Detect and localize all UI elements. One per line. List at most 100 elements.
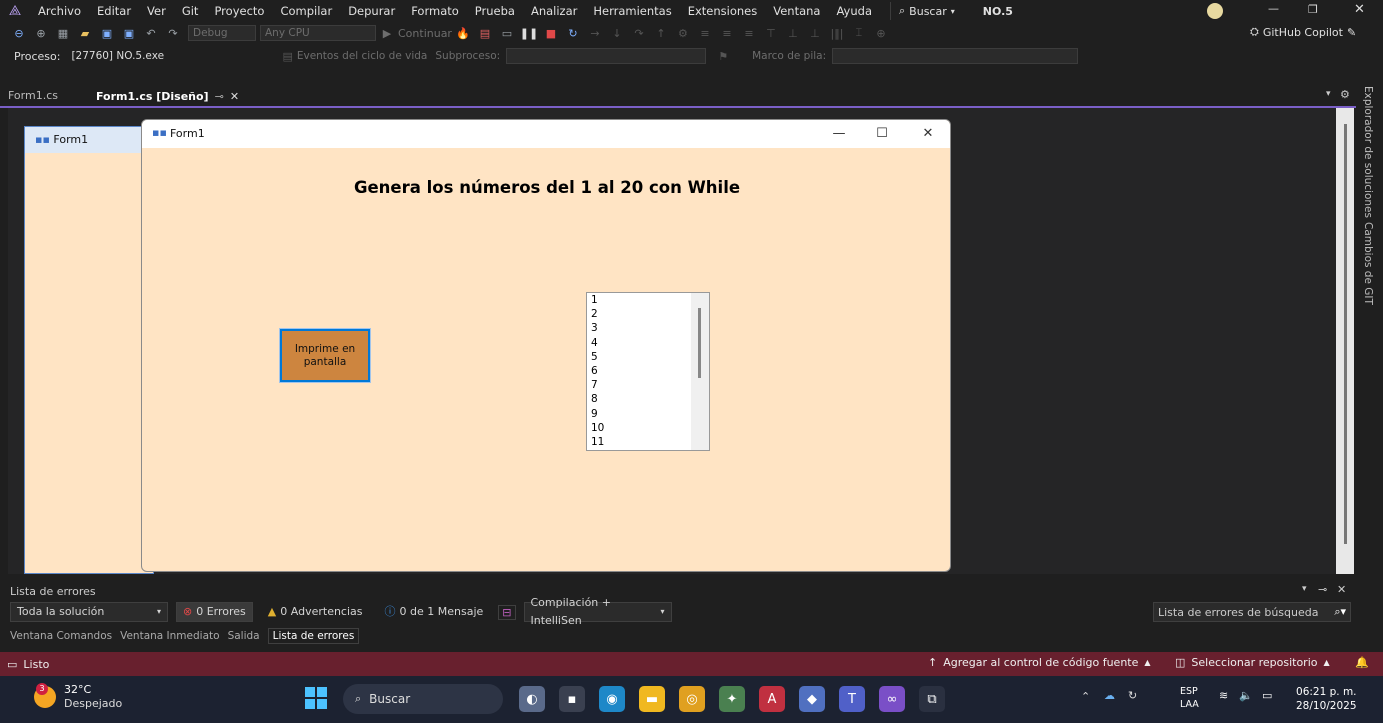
close-icon[interactable]: ✕	[1354, 2, 1365, 17]
align-bottom-icon[interactable]: ⊥	[808, 26, 822, 40]
new-project-icon[interactable]: ▦	[56, 26, 70, 40]
tab-dropdown-icon[interactable]: ▾	[1326, 89, 1331, 99]
battery-icon[interactable]: ▭	[1262, 689, 1272, 702]
redo-icon[interactable]: ↷	[166, 26, 180, 40]
designer-scroll-thumb[interactable]	[1344, 124, 1347, 544]
taskbar-search[interactable]: ⌕ Buscar	[343, 684, 503, 714]
menu-ventana[interactable]: Ventana	[765, 0, 828, 22]
task-view-icon[interactable]: ▪	[559, 686, 585, 712]
autocad-icon[interactable]: A	[759, 686, 785, 712]
errors-filter-button[interactable]: ⊗ 0 Errores	[176, 602, 253, 622]
align-left-icon[interactable]: ≡	[698, 26, 712, 40]
align-right-icon[interactable]: ≡	[742, 26, 756, 40]
wifi-icon[interactable]: ≋	[1219, 689, 1228, 702]
remote-desktop-icon[interactable]: ⧉	[919, 686, 945, 712]
menu-editar[interactable]: Editar	[89, 0, 139, 22]
step-out-icon[interactable]: ↑	[654, 26, 668, 40]
thread-select[interactable]	[506, 48, 707, 64]
filter-icon[interactable]: ⊟	[498, 604, 516, 620]
menu-git[interactable]: Git	[174, 0, 207, 22]
minimize-icon[interactable]: —	[1268, 2, 1279, 15]
lifecycle-events[interactable]: Eventos del ciclo de vida	[297, 50, 428, 62]
undo-icon[interactable]: ↶	[144, 26, 158, 40]
stack-select[interactable]	[832, 48, 1079, 64]
pause-icon[interactable]: ❚❚	[520, 26, 538, 40]
error-search-box[interactable]: Lista de errores de búsqueda ⌕▾	[1153, 602, 1351, 622]
config-select[interactable]: Debug	[188, 25, 256, 41]
platform-select[interactable]: Any CPU	[260, 25, 376, 41]
search-icon[interactable]: ⌕▾	[1334, 605, 1346, 619]
select-repo-button[interactable]: ◫ Seleccionar repositorio ▲	[1175, 656, 1330, 669]
panel-pin-icon[interactable]: ⊸	[1318, 583, 1327, 596]
warnings-filter-button[interactable]: ▲ 0 Advertencias	[260, 602, 370, 622]
menu-compilar[interactable]: Compilar	[272, 0, 340, 22]
numbers-listbox[interactable]: 1 2 3 4 5 6 7 8 9 10 11	[586, 292, 710, 451]
play-icon[interactable]: ▶	[380, 26, 394, 40]
volume-icon[interactable]: 🔈	[1239, 689, 1253, 702]
vs-logo-icon[interactable]: ⟁	[0, 3, 30, 19]
menu-depurar[interactable]: Depurar	[340, 0, 403, 22]
menu-search[interactable]: ⌕ Buscar ▾	[890, 2, 963, 20]
add-source-control-button[interactable]: ↑ Agregar al control de código fuente ▲	[928, 656, 1151, 669]
tab-form1-cs[interactable]: Form1.cs	[0, 86, 66, 106]
lifecycle-icon[interactable]: ▤	[282, 50, 292, 63]
form-close-button[interactable]: ✕	[908, 124, 948, 144]
tab-ventana-comandos[interactable]: Ventana Comandos	[10, 630, 112, 642]
menu-ver[interactable]: Ver	[139, 0, 174, 22]
listbox-scrollbar[interactable]	[691, 293, 709, 450]
pin-icon[interactable]: ⊸	[215, 90, 224, 103]
step-over-icon[interactable]: ↷	[632, 26, 646, 40]
print-button[interactable]: Imprime en pantalla	[279, 328, 371, 383]
flag-icon[interactable]: ⚑	[718, 50, 728, 63]
form-minimize-button[interactable]: —	[819, 124, 859, 144]
step-icon[interactable]: →	[588, 26, 602, 40]
hot-reload-icon[interactable]: 🔥	[456, 26, 470, 40]
sync-icon[interactable]: ↻	[1128, 689, 1137, 702]
tab-salida[interactable]: Salida	[228, 630, 260, 642]
back-icon[interactable]: ⊖	[12, 26, 26, 40]
start-button[interactable]	[305, 687, 327, 709]
onedrive-icon[interactable]: ☁	[1104, 689, 1115, 702]
copilot-button[interactable]: ⛭ GitHub Copilot ✎	[1250, 25, 1356, 39]
menu-formato[interactable]: Formato	[403, 0, 467, 22]
stop-icon[interactable]: ■	[544, 26, 558, 40]
settings-gear-icon[interactable]: ⚙	[1340, 88, 1350, 101]
layout-icon[interactable]: ▭	[500, 26, 514, 40]
menu-proyecto[interactable]: Proyecto	[206, 0, 272, 22]
menu-herramientas[interactable]: Herramientas	[585, 0, 679, 22]
teams-icon[interactable]: T	[839, 686, 865, 712]
diagnostic-icon[interactable]: ⚙	[676, 26, 690, 40]
close-tab-icon[interactable]: ✕	[230, 90, 239, 103]
spacing-icon[interactable]: |‖|	[830, 26, 844, 40]
menu-extensiones[interactable]: Extensiones	[680, 0, 766, 22]
menu-analizar[interactable]: Analizar	[523, 0, 585, 22]
browser-icon[interactable]: ▤	[478, 26, 492, 40]
menu-prueba[interactable]: Prueba	[467, 0, 523, 22]
edge-icon[interactable]: ◉	[599, 686, 625, 712]
tray-chevron-icon[interactable]: ⌃	[1081, 690, 1090, 703]
listbox-scroll-thumb[interactable]	[698, 308, 701, 378]
chrome-icon[interactable]: ◎	[679, 686, 705, 712]
clock[interactable]: 06:21 p. m. 28/10/2025	[1296, 685, 1357, 713]
forward-icon[interactable]: ⊕	[34, 26, 48, 40]
restore-icon[interactable]: ❐	[1308, 3, 1318, 16]
tab-ventana-inmediato[interactable]: Ventana Inmediato	[120, 630, 219, 642]
scope-select[interactable]: Toda la solución ▾	[10, 602, 168, 622]
zoom-icon[interactable]: ⊕	[874, 26, 888, 40]
step-into-icon[interactable]: ↓	[610, 26, 624, 40]
file-explorer-icon[interactable]: ▬	[639, 686, 665, 712]
game-icon[interactable]: ◆	[799, 686, 825, 712]
messages-filter-button[interactable]: ⓘ 0 de 1 Mensaje	[377, 602, 491, 622]
tab-lista-errores[interactable]: Lista de errores	[267, 628, 360, 644]
notifications-icon[interactable]: 🔔	[1355, 656, 1369, 669]
menu-ayuda[interactable]: Ayuda	[828, 0, 880, 22]
designer-scrollbar[interactable]	[1336, 108, 1354, 574]
process-select[interactable]: [27760] NO.5.exe	[66, 48, 275, 64]
align-center-icon[interactable]: ≡	[720, 26, 734, 40]
weather-widget[interactable]: 3 32°C Despejado	[34, 683, 122, 711]
app-icon[interactable]: ✦	[719, 686, 745, 712]
save-all-icon[interactable]: ▣	[122, 26, 136, 40]
language-indicator[interactable]: ESP LAA	[1180, 685, 1199, 711]
restart-icon[interactable]: ↻	[566, 26, 580, 40]
size-icon[interactable]: ⌶	[852, 26, 866, 40]
